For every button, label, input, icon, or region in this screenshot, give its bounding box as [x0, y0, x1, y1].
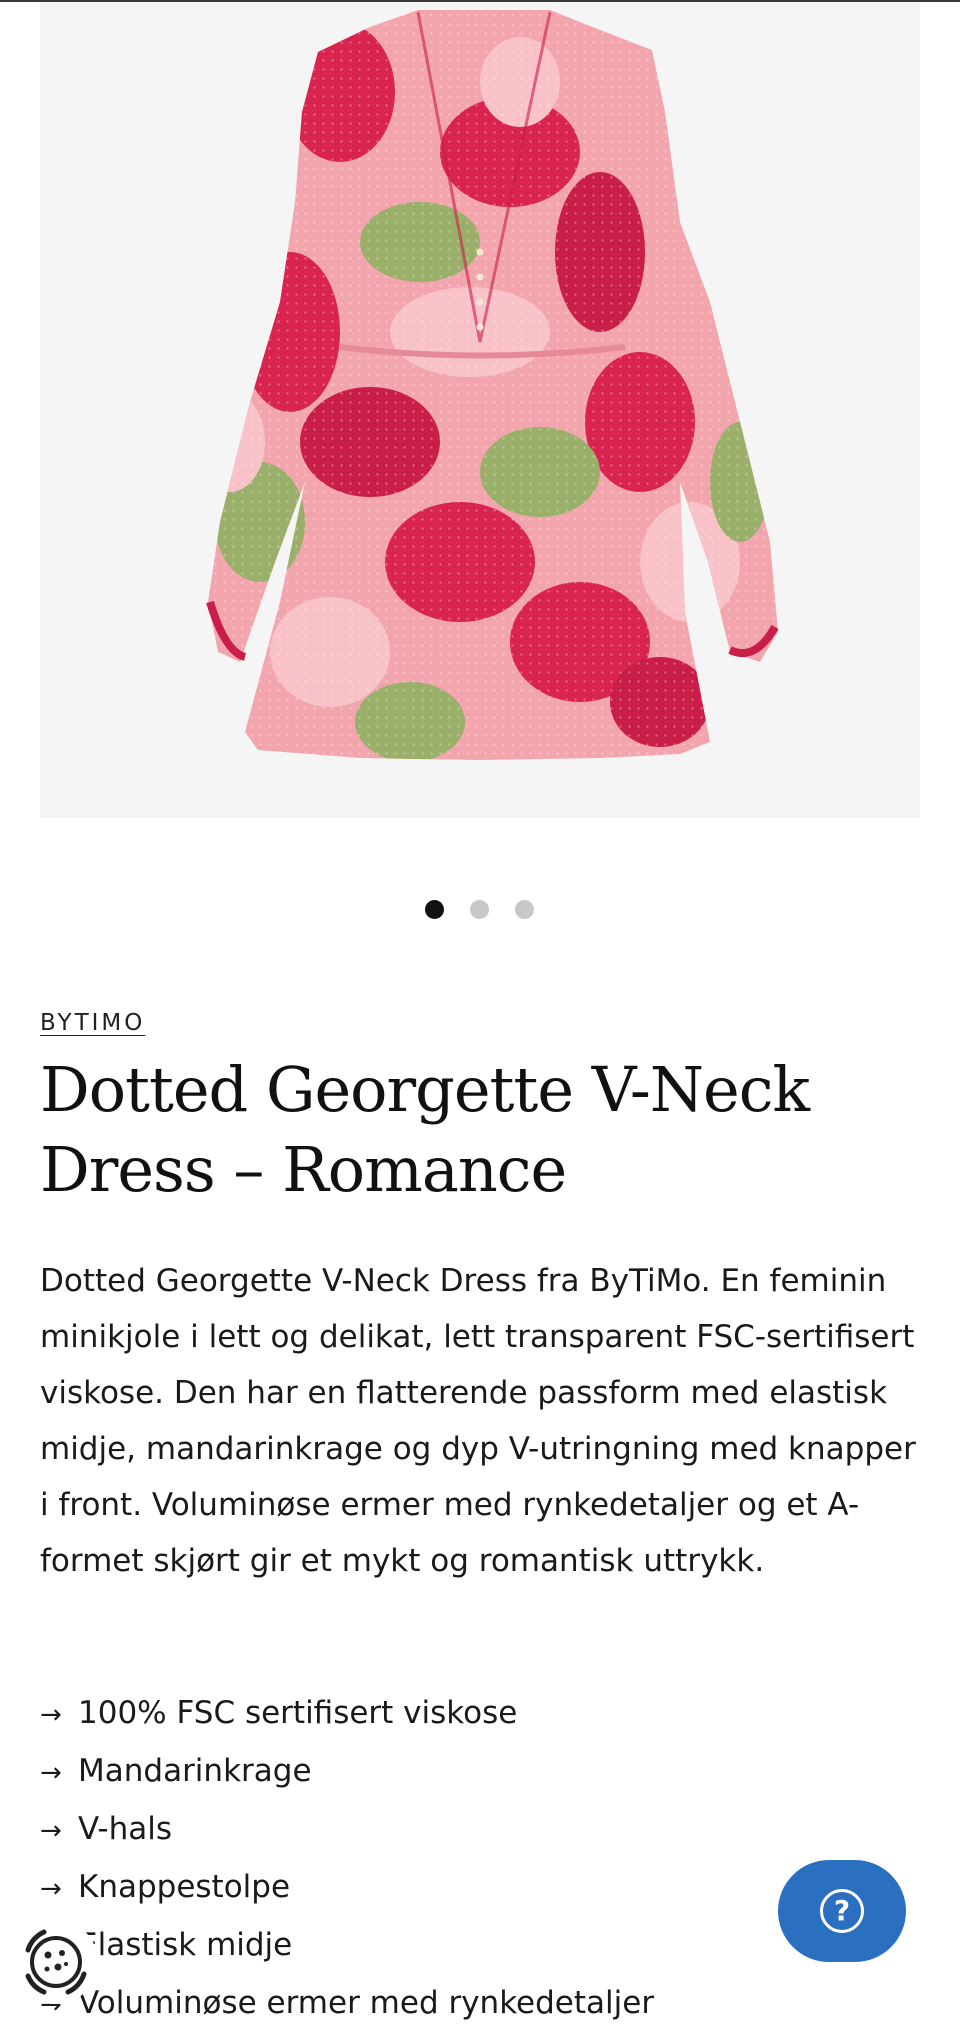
carousel-dot-3[interactable] [515, 900, 534, 919]
cookie-settings-button[interactable] [14, 1920, 98, 2004]
product-image-gallery[interactable] [40, 2, 920, 818]
feature-item: → 100% FSC sertifisert viskose [40, 1685, 920, 1743]
arrow-right-icon: → [40, 1700, 62, 1730]
feature-item: → V-hals [40, 1801, 920, 1859]
carousel-dot-2[interactable] [470, 900, 489, 919]
product-description: Dotted Georgette V-Neck Dress fra ByTiMo… [40, 1263, 916, 1579]
carousel-pagination [0, 900, 960, 920]
feature-item: → Mandarinkrage [40, 1743, 920, 1801]
cookie-settings-icon [25, 1929, 87, 1995]
product-title: Dotted Georgette V-Neck Dress – Romance [40, 1053, 810, 1206]
help-button[interactable]: ? [778, 1860, 906, 1962]
carousel-dot-1[interactable] [425, 900, 444, 919]
arrow-right-icon: → [40, 1816, 62, 1846]
arrow-right-icon: → [40, 1758, 62, 1788]
question-icon: ? [820, 1889, 864, 1933]
product-image [206, 10, 779, 760]
arrow-right-icon: → [40, 1874, 62, 1904]
feature-list: → 100% FSC sertifisert viskose → Mandarink… [40, 1685, 920, 2033]
brand-link[interactable]: BYTIMO [40, 1010, 145, 1036]
feature-item: → Voluminøse ermer med rynkedetaljer [40, 1975, 920, 2033]
